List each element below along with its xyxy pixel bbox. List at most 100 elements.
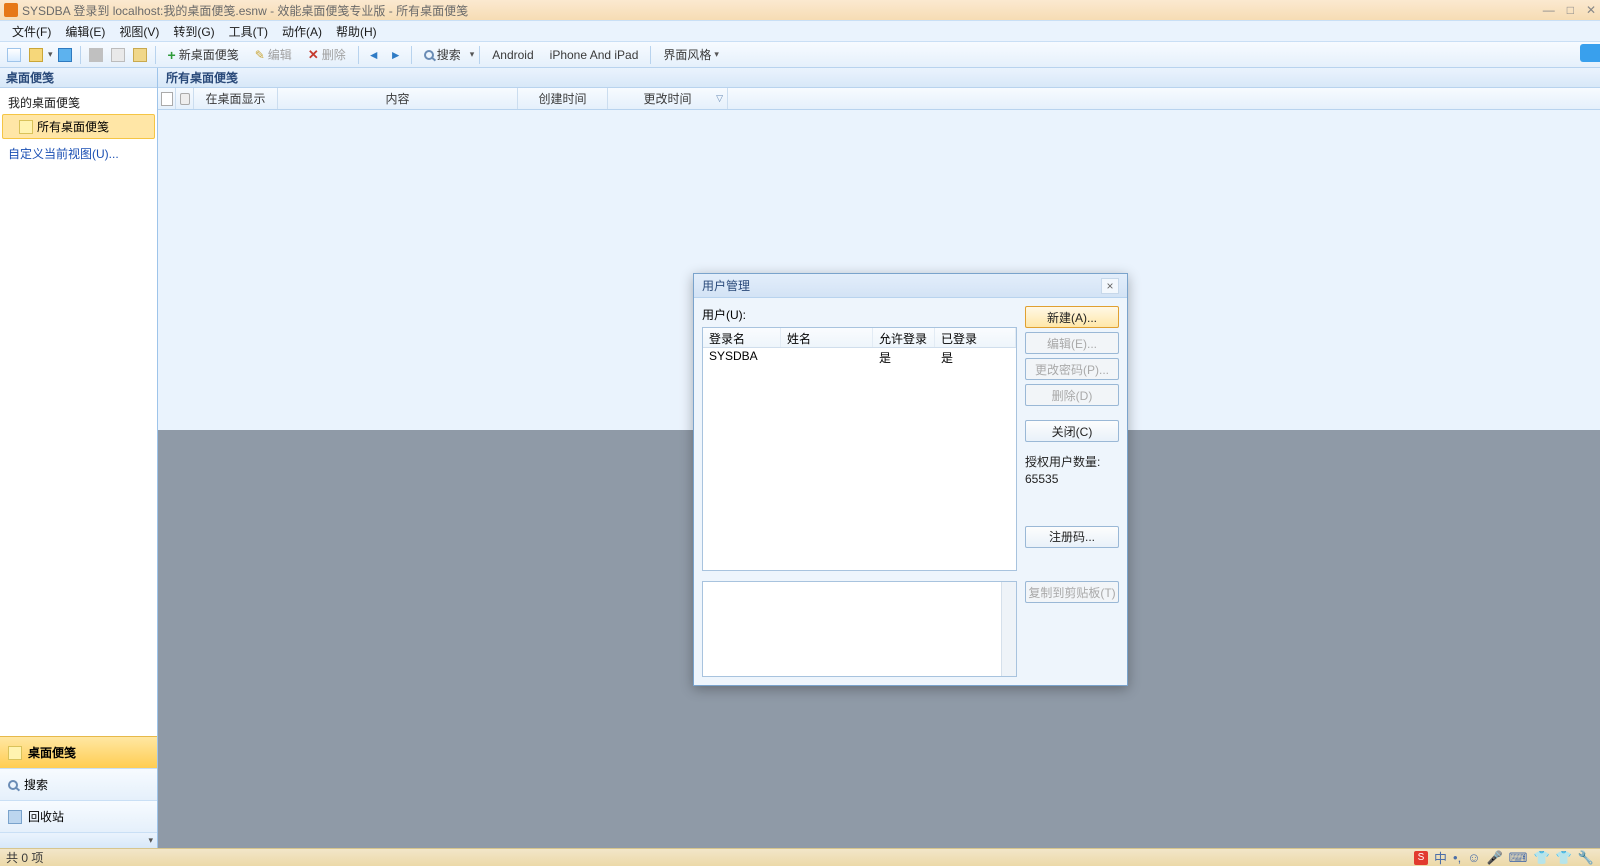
content-pane: 所有桌面便笺 在桌面显示 内容 创建时间 更改时间▽ 安下载 anxz.com … [158,68,1600,848]
menu-action[interactable]: 动作(A) [276,21,328,42]
toolbar-separator [650,46,651,64]
cell-login: SYSDBA [703,348,781,366]
menubar: 文件(F) 编辑(E) 视图(V) 转到(G) 工具(T) 动作(A) 帮助(H… [0,20,1600,42]
delete-note-button[interactable]: ✕删除 [301,45,353,65]
new-file-button[interactable] [4,45,24,65]
grid-col-iconA[interactable] [176,88,194,109]
dialog-new-button[interactable]: 新建(A)... [1025,306,1119,328]
search-button[interactable]: 搜索 [417,45,468,65]
save-button[interactable] [55,45,75,65]
toolbar: ▾ +新桌面便笺 ✎编辑 ✕删除 ◄ ► 搜索 ▾ Android iPhone… [0,42,1600,68]
licensed-users-value: 65535 [1025,471,1119,488]
dialog-close-button[interactable]: × [1101,278,1119,294]
dialog-memo[interactable] [702,581,1017,677]
prev-button[interactable]: ◄ [364,45,384,65]
dialog-edit-button[interactable]: 编辑(E)... [1025,332,1119,354]
app-icon [4,3,18,17]
right-tab-collapsed[interactable] [1580,44,1600,62]
dialog-regcode-button[interactable]: 注册码... [1025,526,1119,548]
window-titlebar: SYSDBA 登录到 localhost:我的桌面便笺.esnw - 效能桌面便… [0,0,1600,20]
toolbar-separator [358,46,359,64]
cell-name [781,348,873,366]
ime-lang: 中 [1434,848,1447,866]
nav-label: 桌面便笺 [28,744,76,761]
iphone-button[interactable]: iPhone And iPad [543,45,646,65]
sidebar-item-all-notes[interactable]: 所有桌面便笺 [2,114,155,139]
new-note-button[interactable]: +新桌面便笺 [161,45,246,65]
window-title: SYSDBA 登录到 localhost:我的桌面便笺.esnw - 效能桌面便… [22,2,468,19]
grid-col-show[interactable]: 在桌面显示 [194,88,278,109]
sort-desc-icon: ▽ [716,93,723,104]
open-dropdown[interactable]: ▾ [48,49,53,60]
close-button[interactable]: ✕ [1586,3,1596,17]
grid-header: 在桌面显示 内容 创建时间 更改时间▽ [158,88,1600,110]
doc-icon [161,92,173,106]
user-table[interactable]: 登录名 姓名 允许登录 已登录 SYSDBA 是 是 [702,327,1017,571]
menu-tools[interactable]: 工具(T) [223,21,274,42]
nav-label: 回收站 [28,808,64,825]
licensed-users-label: 授权用户数量: [1025,454,1119,471]
android-button[interactable]: Android [485,45,540,65]
maximize-button[interactable]: □ [1567,3,1574,17]
ime-person-icon: 👕 [1533,850,1549,866]
user-col-logged[interactable]: 已登录 [935,328,1016,347]
table-row[interactable]: SYSDBA 是 是 [703,348,1016,366]
trash-icon [8,810,22,824]
ime-skin-icon: 👕 [1556,850,1572,866]
grid-col-modified[interactable]: 更改时间▽ [608,88,728,109]
copy-button[interactable] [108,45,128,65]
menu-view[interactable]: 视图(V) [113,21,165,42]
next-button[interactable]: ► [386,45,406,65]
search-icon [8,780,18,790]
menu-goto[interactable]: 转到(G) [167,21,220,42]
ime-punct-icon: •, [1453,850,1461,865]
ime-keyboard-icon: ⌨ [1509,850,1528,866]
dialog-title: 用户管理 [702,277,750,294]
search-icon [424,50,434,60]
cell-allow: 是 [873,348,935,366]
user-col-name[interactable]: 姓名 [781,328,873,347]
content-header: 所有桌面便笺 [158,68,1600,88]
paste-button[interactable] [130,45,150,65]
grid-col-content[interactable]: 内容 [278,88,518,109]
dialog-delete-button[interactable]: 删除(D) [1025,384,1119,406]
menu-edit[interactable]: 编辑(E) [59,21,111,42]
menu-file[interactable]: 文件(F) [6,21,57,42]
menu-help[interactable]: 帮助(H) [330,21,383,42]
dialog-titlebar[interactable]: 用户管理 × [694,274,1127,298]
note-icon [19,120,33,134]
toolbar-separator [479,46,480,64]
user-management-dialog: 用户管理 × 用户(U): 登录名 姓名 允许登录 已登录 [693,273,1128,686]
open-file-button[interactable] [26,45,46,65]
nav-label: 搜索 [24,776,48,793]
ime-logo-icon: S [1414,851,1428,865]
ime-mic-icon: 🎤 [1486,850,1502,866]
sidebar-custom-view[interactable]: 自定义当前视图(U)... [0,139,157,168]
sidebar: 桌面便笺 我的桌面便笺 所有桌面便笺 自定义当前视图(U)... 桌面便笺 搜索… [0,68,158,848]
sidebar-group[interactable]: 我的桌面便笺 [0,91,157,114]
nav-search[interactable]: 搜索 [0,768,157,800]
dialog-close-action-button[interactable]: 关闭(C) [1025,420,1119,442]
toolbar-separator [80,46,81,64]
statusbar: 共 0 项 S 中 •, ☺ 🎤 ⌨ 👕 👕 🔧 [0,848,1600,866]
dialog-changepw-button[interactable]: 更改密码(P)... [1025,358,1119,380]
ime-tray[interactable]: S 中 •, ☺ 🎤 ⌨ 👕 👕 🔧 [1414,848,1594,866]
grid-col-iconD[interactable] [158,88,176,109]
user-col-login[interactable]: 登录名 [703,328,781,347]
nav-recycle[interactable]: 回收站 [0,800,157,832]
edit-note-button[interactable]: ✎编辑 [248,45,299,65]
nav-notes[interactable]: 桌面便笺 [0,736,157,768]
nav-expand[interactable]: ▾ [0,832,157,848]
sidebar-item-label: 所有桌面便笺 [37,118,109,135]
note-icon [8,746,22,760]
minimize-button[interactable]: — [1543,3,1555,17]
grid-col-created[interactable]: 创建时间 [518,88,608,109]
skin-button[interactable]: 界面风格 ▾ [656,45,726,65]
user-col-allow[interactable]: 允许登录 [873,328,935,347]
memo-scrollbar[interactable] [1001,582,1016,676]
search-dropdown[interactable]: ▾ [470,49,475,60]
ime-settings-icon: 🔧 [1578,850,1594,866]
cut-button[interactable] [86,45,106,65]
dialog-clipboard-button[interactable]: 复制到剪贴板(T) [1025,581,1119,603]
toolbar-separator [411,46,412,64]
